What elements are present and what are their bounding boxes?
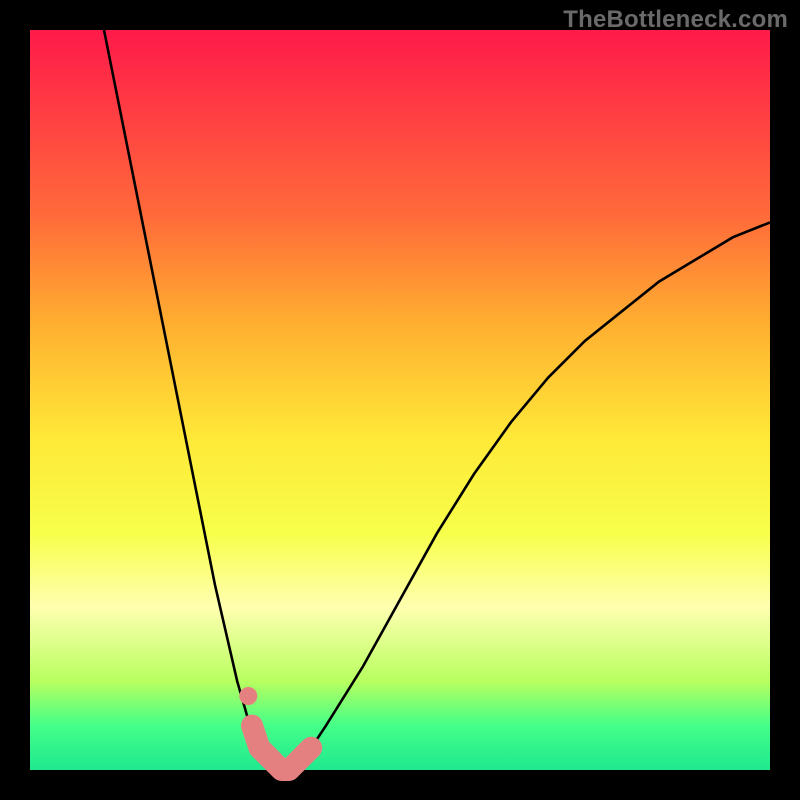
highlight-dot — [239, 687, 257, 705]
plot-area — [30, 30, 770, 770]
bottleneck-curve-path — [104, 30, 770, 770]
highlight-band-path — [252, 726, 311, 770]
chart-svg — [30, 30, 770, 770]
chart-frame: TheBottleneck.com — [0, 0, 800, 800]
